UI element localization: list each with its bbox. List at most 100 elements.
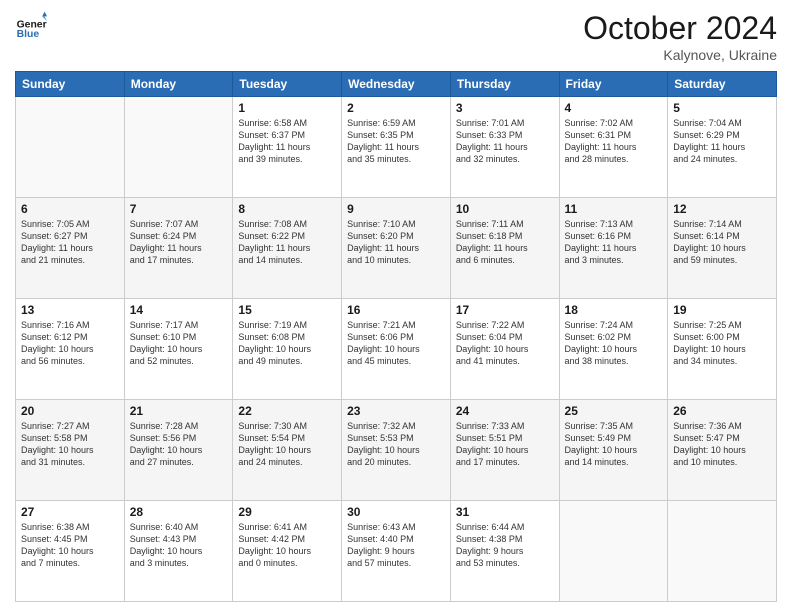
day-info: Sunrise: 6:59 AM Sunset: 6:35 PM Dayligh…	[347, 117, 445, 166]
day-info: Sunrise: 7:14 AM Sunset: 6:14 PM Dayligh…	[673, 218, 771, 267]
day-number: 3	[456, 101, 554, 115]
day-number: 22	[238, 404, 336, 418]
day-number: 16	[347, 303, 445, 317]
day-number: 20	[21, 404, 119, 418]
calendar-cell: 31 Sunrise: 6:44 AM Sunset: 4:38 PM Dayli…	[450, 501, 559, 602]
day-info: Sunrise: 7:04 AM Sunset: 6:29 PM Dayligh…	[673, 117, 771, 166]
calendar-week-4: 20 Sunrise: 7:27 AM Sunset: 5:58 PM Dayli…	[16, 400, 777, 501]
day-number: 10	[456, 202, 554, 216]
col-sunday: Sunday	[16, 72, 125, 97]
col-saturday: Saturday	[668, 72, 777, 97]
calendar-cell: 25 Sunrise: 7:35 AM Sunset: 5:49 PM Dayli…	[559, 400, 668, 501]
calendar-cell: 27 Sunrise: 6:38 AM Sunset: 4:45 PM Dayli…	[16, 501, 125, 602]
day-info: Sunrise: 7:22 AM Sunset: 6:04 PM Dayligh…	[456, 319, 554, 368]
day-info: Sunrise: 6:41 AM Sunset: 4:42 PM Dayligh…	[238, 521, 336, 570]
calendar-cell: 8 Sunrise: 7:08 AM Sunset: 6:22 PM Daylig…	[233, 198, 342, 299]
calendar-cell: 1 Sunrise: 6:58 AM Sunset: 6:37 PM Daylig…	[233, 97, 342, 198]
calendar-week-3: 13Sunrise: 7:16 AM Sunset: 6:12 PM Dayli…	[16, 299, 777, 400]
calendar-cell: 4Sunrise: 7:02 AM Sunset: 6:31 PM Daylig…	[559, 97, 668, 198]
day-info: Sunrise: 7:19 AM Sunset: 6:08 PM Dayligh…	[238, 319, 336, 368]
day-number: 2	[347, 101, 445, 115]
day-info: Sunrise: 7:02 AM Sunset: 6:31 PM Dayligh…	[565, 117, 663, 166]
col-wednesday: Wednesday	[342, 72, 451, 97]
day-info: Sunrise: 7:07 AM Sunset: 6:24 PM Dayligh…	[130, 218, 228, 267]
calendar-cell: 2 Sunrise: 6:59 AM Sunset: 6:35 PM Daylig…	[342, 97, 451, 198]
calendar-cell: 12Sunrise: 7:14 AM Sunset: 6:14 PM Dayli…	[668, 198, 777, 299]
calendar-cell: 18 Sunrise: 7:24 AM Sunset: 6:02 PM Dayli…	[559, 299, 668, 400]
day-info: Sunrise: 6:58 AM Sunset: 6:37 PM Dayligh…	[238, 117, 336, 166]
calendar-cell: 9Sunrise: 7:10 AM Sunset: 6:20 PM Daylig…	[342, 198, 451, 299]
calendar-cell: 15 Sunrise: 7:19 AM Sunset: 6:08 PM Dayli…	[233, 299, 342, 400]
day-info: Sunrise: 6:40 AM Sunset: 4:43 PM Dayligh…	[130, 521, 228, 570]
day-number: 14	[130, 303, 228, 317]
calendar-cell: 21Sunrise: 7:28 AM Sunset: 5:56 PM Dayli…	[124, 400, 233, 501]
day-info: Sunrise: 7:25 AM Sunset: 6:00 PM Dayligh…	[673, 319, 771, 368]
day-info: Sunrise: 7:36 AM Sunset: 5:47 PM Dayligh…	[673, 420, 771, 469]
day-info: Sunrise: 7:35 AM Sunset: 5:49 PM Dayligh…	[565, 420, 663, 469]
day-number: 28	[130, 505, 228, 519]
col-friday: Friday	[559, 72, 668, 97]
calendar-cell	[124, 97, 233, 198]
day-number: 11	[565, 202, 663, 216]
header: General Blue October 2024 Kalynove, Ukra…	[15, 10, 777, 63]
calendar-cell: 3Sunrise: 7:01 AM Sunset: 6:33 PM Daylig…	[450, 97, 559, 198]
calendar-cell: 24Sunrise: 7:33 AM Sunset: 5:51 PM Dayli…	[450, 400, 559, 501]
calendar-cell: 16Sunrise: 7:21 AM Sunset: 6:06 PM Dayli…	[342, 299, 451, 400]
day-number: 8	[238, 202, 336, 216]
calendar-week-2: 6 Sunrise: 7:05 AM Sunset: 6:27 PM Daylig…	[16, 198, 777, 299]
day-info: Sunrise: 6:38 AM Sunset: 4:45 PM Dayligh…	[21, 521, 119, 570]
day-number: 21	[130, 404, 228, 418]
day-number: 7	[130, 202, 228, 216]
day-number: 5	[673, 101, 771, 115]
day-number: 18	[565, 303, 663, 317]
col-thursday: Thursday	[450, 72, 559, 97]
calendar-cell: 13Sunrise: 7:16 AM Sunset: 6:12 PM Dayli…	[16, 299, 125, 400]
day-info: Sunrise: 6:43 AM Sunset: 4:40 PM Dayligh…	[347, 521, 445, 570]
calendar-cell: 17 Sunrise: 7:22 AM Sunset: 6:04 PM Dayli…	[450, 299, 559, 400]
logo: General Blue	[15, 10, 47, 42]
day-number: 17	[456, 303, 554, 317]
calendar-cell	[16, 97, 125, 198]
title-block: October 2024 Kalynove, Ukraine	[583, 10, 777, 63]
calendar-cell: 26Sunrise: 7:36 AM Sunset: 5:47 PM Dayli…	[668, 400, 777, 501]
day-info: Sunrise: 7:13 AM Sunset: 6:16 PM Dayligh…	[565, 218, 663, 267]
day-info: Sunrise: 7:27 AM Sunset: 5:58 PM Dayligh…	[21, 420, 119, 469]
month-title: October 2024	[583, 10, 777, 47]
calendar-cell: 30Sunrise: 6:43 AM Sunset: 4:40 PM Dayli…	[342, 501, 451, 602]
calendar-cell: 22 Sunrise: 7:30 AM Sunset: 5:54 PM Dayli…	[233, 400, 342, 501]
day-number: 27	[21, 505, 119, 519]
calendar-cell: 20 Sunrise: 7:27 AM Sunset: 5:58 PM Dayli…	[16, 400, 125, 501]
calendar-cell: 14 Sunrise: 7:17 AM Sunset: 6:10 PM Dayli…	[124, 299, 233, 400]
day-info: Sunrise: 7:30 AM Sunset: 5:54 PM Dayligh…	[238, 420, 336, 469]
day-info: Sunrise: 7:08 AM Sunset: 6:22 PM Dayligh…	[238, 218, 336, 267]
day-info: Sunrise: 7:24 AM Sunset: 6:02 PM Dayligh…	[565, 319, 663, 368]
calendar-cell: 6 Sunrise: 7:05 AM Sunset: 6:27 PM Daylig…	[16, 198, 125, 299]
calendar-cell: 10 Sunrise: 7:11 AM Sunset: 6:18 PM Dayli…	[450, 198, 559, 299]
col-monday: Monday	[124, 72, 233, 97]
calendar-cell: 19Sunrise: 7:25 AM Sunset: 6:00 PM Dayli…	[668, 299, 777, 400]
subtitle: Kalynove, Ukraine	[583, 47, 777, 63]
calendar-header-row: Sunday Monday Tuesday Wednesday Thursday…	[16, 72, 777, 97]
day-number: 29	[238, 505, 336, 519]
day-info: Sunrise: 6:44 AM Sunset: 4:38 PM Dayligh…	[456, 521, 554, 570]
day-number: 15	[238, 303, 336, 317]
day-info: Sunrise: 7:05 AM Sunset: 6:27 PM Dayligh…	[21, 218, 119, 267]
svg-text:Blue: Blue	[17, 29, 40, 40]
day-info: Sunrise: 7:10 AM Sunset: 6:20 PM Dayligh…	[347, 218, 445, 267]
col-tuesday: Tuesday	[233, 72, 342, 97]
calendar-cell: 28 Sunrise: 6:40 AM Sunset: 4:43 PM Dayli…	[124, 501, 233, 602]
calendar-cell: 5 Sunrise: 7:04 AM Sunset: 6:29 PM Daylig…	[668, 97, 777, 198]
calendar-cell	[559, 501, 668, 602]
day-number: 31	[456, 505, 554, 519]
day-number: 6	[21, 202, 119, 216]
calendar-cell: 7 Sunrise: 7:07 AM Sunset: 6:24 PM Daylig…	[124, 198, 233, 299]
day-info: Sunrise: 7:16 AM Sunset: 6:12 PM Dayligh…	[21, 319, 119, 368]
calendar-cell	[668, 501, 777, 602]
day-info: Sunrise: 7:17 AM Sunset: 6:10 PM Dayligh…	[130, 319, 228, 368]
calendar-cell: 23Sunrise: 7:32 AM Sunset: 5:53 PM Dayli…	[342, 400, 451, 501]
day-info: Sunrise: 7:33 AM Sunset: 5:51 PM Dayligh…	[456, 420, 554, 469]
day-number: 23	[347, 404, 445, 418]
day-info: Sunrise: 7:11 AM Sunset: 6:18 PM Dayligh…	[456, 218, 554, 267]
day-number: 1	[238, 101, 336, 115]
day-number: 25	[565, 404, 663, 418]
